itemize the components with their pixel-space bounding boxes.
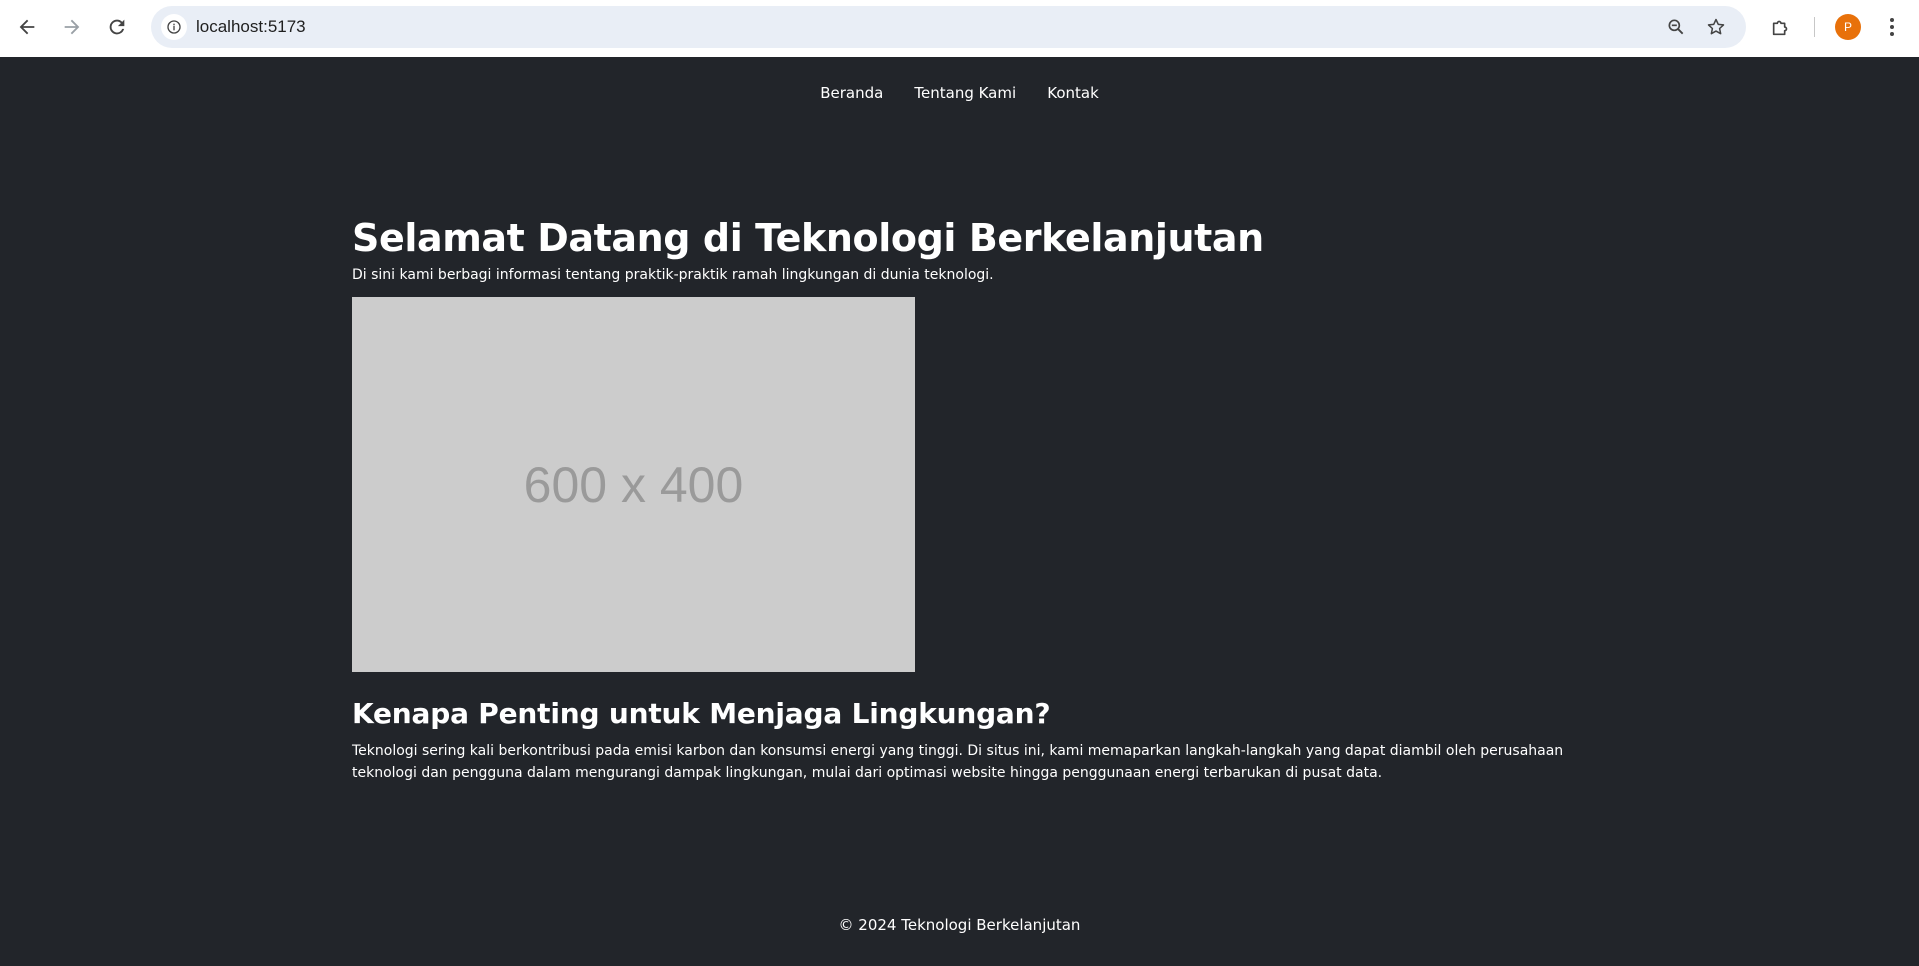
intro-text: Di sini kami berbagi informasi tentang p… (352, 267, 994, 283)
zoom-icon[interactable] (1662, 13, 1690, 41)
footer-copyright: © 2024 Teknologi Berkelanjutan (838, 916, 1081, 934)
arrow-left-icon (19, 19, 35, 35)
extensions-icon[interactable] (1766, 12, 1796, 42)
nav-link-kontak[interactable]: Kontak (1047, 84, 1099, 102)
site-navigation: Beranda Tentang Kami Kontak (0, 83, 1919, 102)
section-title: Kenapa Penting untuk Menjaga Lingkungan? (352, 697, 1051, 730)
profile-avatar[interactable]: P (1835, 14, 1861, 40)
section-body: Teknologi sering kali berkontribusi pada… (352, 743, 1564, 781)
page-title: Selamat Datang di Teknologi Berkelanjuta… (352, 216, 1264, 260)
reload-button[interactable] (100, 10, 134, 44)
reload-icon (109, 19, 125, 35)
site-info-icon[interactable] (161, 14, 187, 40)
more-menu-icon[interactable] (1882, 14, 1902, 40)
main-content: Selamat Datang di Teknologi Berkelanjuta… (352, 215, 1567, 784)
address-bar[interactable]: localhost:5173 (151, 6, 1746, 48)
placeholder-image: 600 x 400 (352, 297, 915, 672)
bookmark-star-icon[interactable] (1702, 13, 1730, 41)
toolbar-divider (1814, 17, 1815, 37)
arrow-right-icon (64, 19, 80, 35)
placeholder-image-label: 600 x 400 (523, 456, 744, 513)
forward-button[interactable] (55, 10, 89, 44)
back-button[interactable] (10, 10, 44, 44)
page-content: Beranda Tentang Kami Kontak Selamat Data… (0, 57, 1919, 966)
nav-link-tentang-kami[interactable]: Tentang Kami (914, 84, 1016, 102)
nav-link-beranda[interactable]: Beranda (820, 84, 883, 102)
url-text[interactable]: localhost:5173 (196, 17, 306, 37)
browser-toolbar: localhost:5173 P (0, 0, 1919, 57)
